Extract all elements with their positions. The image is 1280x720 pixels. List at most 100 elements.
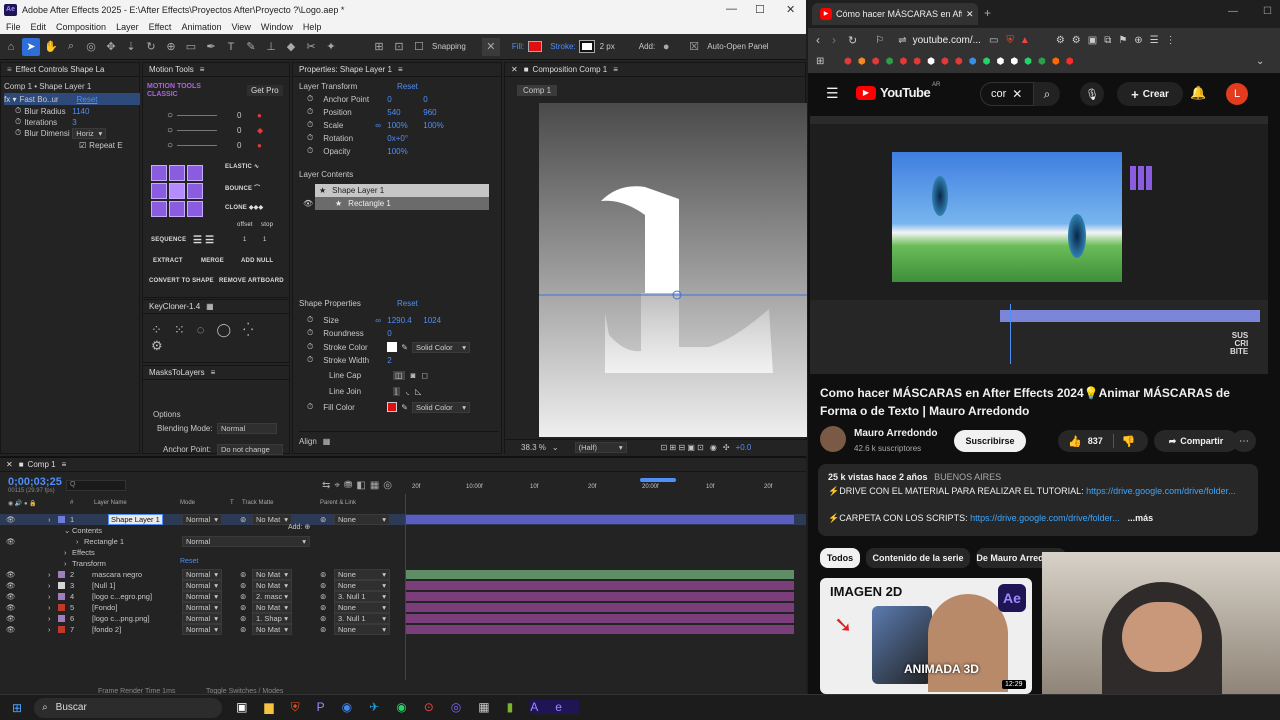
layer-row[interactable]: 👁 › 2 mascara negro Normal ▾ ⊚ No Mat ▾ ⊚ None ▾ (0, 569, 806, 580)
rotation-value[interactable]: 0x+0° (387, 134, 408, 143)
parent-dropdown[interactable]: None ▾ (334, 602, 390, 613)
timeline-switches-icon[interactable]: ⇆⌖⛃◧▦◎ (322, 480, 396, 491)
visibility-icon[interactable]: 👁 (6, 625, 16, 634)
channel-avatar[interactable] (820, 426, 846, 452)
roto-brush-icon[interactable]: ✂ (302, 38, 320, 56)
video-player[interactable]: SUS CRI BITE (810, 116, 1268, 374)
layer-duration-bar[interactable] (406, 592, 794, 601)
scale-x-value[interactable]: 100% (387, 121, 423, 130)
anchor-grid-icon[interactable] (169, 201, 185, 217)
track-matte-dropdown[interactable]: No Mat ▾ (252, 569, 292, 580)
ease-value-1[interactable]: 0 (237, 111, 257, 120)
menu-help[interactable]: Help (303, 22, 322, 32)
position-y-value[interactable]: 960 (423, 108, 436, 117)
effect-reset-link[interactable]: Reset (77, 95, 98, 104)
layer-row[interactable]: 👁 › 4 [logo c...egro.png] Normal ▾ ⊚ 2. masc ▾ ⊚ 3… (0, 591, 806, 602)
elastic-button[interactable]: ELASTIC ∿ (225, 163, 259, 170)
miter-join-icon[interactable]: ⌊ (393, 386, 401, 396)
anchor-grid-icon[interactable] (151, 183, 167, 199)
stopwatch-icon[interactable]: ⏱ (307, 355, 313, 365)
blend-mode-dropdown[interactable]: Normal ▾ (182, 591, 222, 602)
search-input[interactable]: cor ✕ (980, 82, 1034, 106)
stroke-color-swatch[interactable] (387, 342, 398, 352)
matte-link-icon[interactable]: ⊚ (240, 581, 246, 590)
composition-tab[interactable]: ✕ ■ Composition Comp 1 ≡ (505, 63, 805, 77)
constrain-link-icon[interactable]: ∞ (375, 121, 387, 130)
parent-dropdown[interactable]: 3. Null 1 ▾ (334, 591, 390, 602)
add-null-button[interactable]: ADD NULL (241, 258, 273, 264)
anchor-x-value[interactable]: 0 (387, 95, 423, 104)
record-dot-icon[interactable]: ● (257, 141, 262, 150)
size-width-value[interactable]: 1290.4 (387, 316, 423, 325)
maximize-icon[interactable]: ☐ (1263, 6, 1272, 17)
expand-arrow-icon[interactable]: › (48, 603, 51, 612)
anchor-grid-icon[interactable] (187, 183, 203, 199)
like-icon[interactable]: 👍 (1068, 435, 1082, 448)
layer-label-color[interactable] (58, 582, 65, 589)
minimize-icon[interactable]: — (726, 3, 737, 15)
camera-icon[interactable]: ✣ (723, 443, 730, 452)
rectangle-blend-mode-dropdown[interactable]: Normal ▾ (182, 536, 310, 547)
cast-icon[interactable]: ▭ (989, 35, 998, 46)
iterations-value[interactable]: 3 (72, 118, 76, 127)
hand-tool-icon[interactable]: ✋ (42, 38, 60, 56)
property-group-name[interactable]: Effects (72, 548, 95, 557)
property-group-name[interactable]: Transform (72, 559, 106, 568)
visibility-icon[interactable]: 👁 (6, 603, 16, 612)
parent-dropdown[interactable]: None ▾ (334, 514, 390, 525)
auto-open-checkbox-icon[interactable]: ☒ (685, 38, 703, 56)
anchor-tool-icon[interactable]: ⊕ (162, 38, 180, 56)
merge-button[interactable]: MERGE (201, 258, 224, 264)
address-bar[interactable]: youtube.com/... (913, 35, 981, 46)
stopwatch-icon[interactable]: ⏱ (307, 402, 313, 412)
resolution-dropdown[interactable]: (Half) ▾ (574, 441, 627, 453)
layer-duration-bar[interactable] (406, 625, 794, 634)
blend-mode-dropdown[interactable]: Normal ▾ (182, 569, 222, 580)
keycloner-tools-icon[interactable]: ⁘⁙◌◯⁛⚙ (151, 322, 289, 354)
pan-tool-icon[interactable]: ✥ (102, 38, 120, 56)
parent-dropdown[interactable]: 3. Null 1 ▾ (334, 613, 390, 624)
col-layer-name[interactable]: Layer Name (94, 500, 127, 506)
hamburger-menu-icon[interactable]: ☰ (826, 85, 839, 102)
layer-label-color[interactable] (58, 615, 65, 622)
round-cap-icon[interactable]: ◙ (411, 371, 416, 380)
stopwatch-icon[interactable]: ⏱ (307, 133, 313, 143)
layer-name[interactable]: Shape Layer 1 (108, 514, 163, 525)
color-icon[interactable]: ◉ (710, 443, 717, 452)
stroke-width-value[interactable]: 2 (387, 356, 391, 365)
chip-all[interactable]: Todos (820, 548, 860, 568)
youtube-wordmark[interactable]: YouTube (880, 85, 931, 100)
scale-y-value[interactable]: 100% (423, 121, 443, 130)
taskbar-app-icons[interactable]: ▣▆⛨P◉✈◉⊙◎▦▮Ae (236, 700, 579, 715)
stroke-width[interactable]: 2 px (600, 42, 615, 51)
new-tab-icon[interactable]: + (984, 6, 991, 20)
layer-label-color[interactable] (58, 604, 65, 611)
get-pro-button[interactable]: Get Pro (247, 85, 283, 96)
rotate-tool-icon[interactable]: ↻ (142, 38, 160, 56)
roundness-value[interactable]: 0 (387, 329, 391, 338)
clone-button[interactable]: CLONE ◆◆◆ (225, 204, 263, 211)
layer-property-row[interactable]: › Transform (0, 558, 806, 569)
exposure-value[interactable]: +0.0 (736, 443, 752, 452)
visibility-icon[interactable]: 👁 (6, 515, 16, 524)
layer-search-input[interactable]: Q (66, 480, 126, 491)
matte-link-icon[interactable]: ⊚ (240, 570, 246, 579)
eyedropper-icon[interactable]: ✎ (401, 343, 408, 352)
menu-file[interactable]: File (6, 22, 21, 32)
col-mode[interactable]: Mode (180, 500, 195, 506)
eyedropper-icon[interactable]: ✎ (401, 403, 408, 412)
stroke-color-mode-dropdown[interactable]: Solid Color ▾ (411, 341, 470, 353)
visibility-icon[interactable]: 👁 (6, 581, 16, 590)
anchor-grid-icon[interactable] (169, 165, 185, 181)
extract-button[interactable]: EXTRACT (153, 258, 183, 264)
blend-mode-dropdown[interactable]: Normal ▾ (182, 514, 222, 525)
record-dot-icon[interactable]: ● (257, 111, 262, 120)
dolly-tool-icon[interactable]: ⇣ (122, 38, 140, 56)
fill-color-mode-dropdown[interactable]: Solid Color ▾ (411, 401, 470, 413)
parent-pickwhip-icon[interactable]: ⊚ (320, 581, 326, 590)
av-switches-icon[interactable]: ◉ 🔊 ● 🔒 (8, 500, 37, 507)
stopwatch-icon[interactable]: ⏱ (307, 146, 313, 156)
anchor-grid-icon[interactable] (151, 165, 167, 181)
visibility-icon[interactable]: 👁 (6, 592, 16, 601)
matte-link-icon[interactable]: ⊚ (240, 515, 246, 524)
